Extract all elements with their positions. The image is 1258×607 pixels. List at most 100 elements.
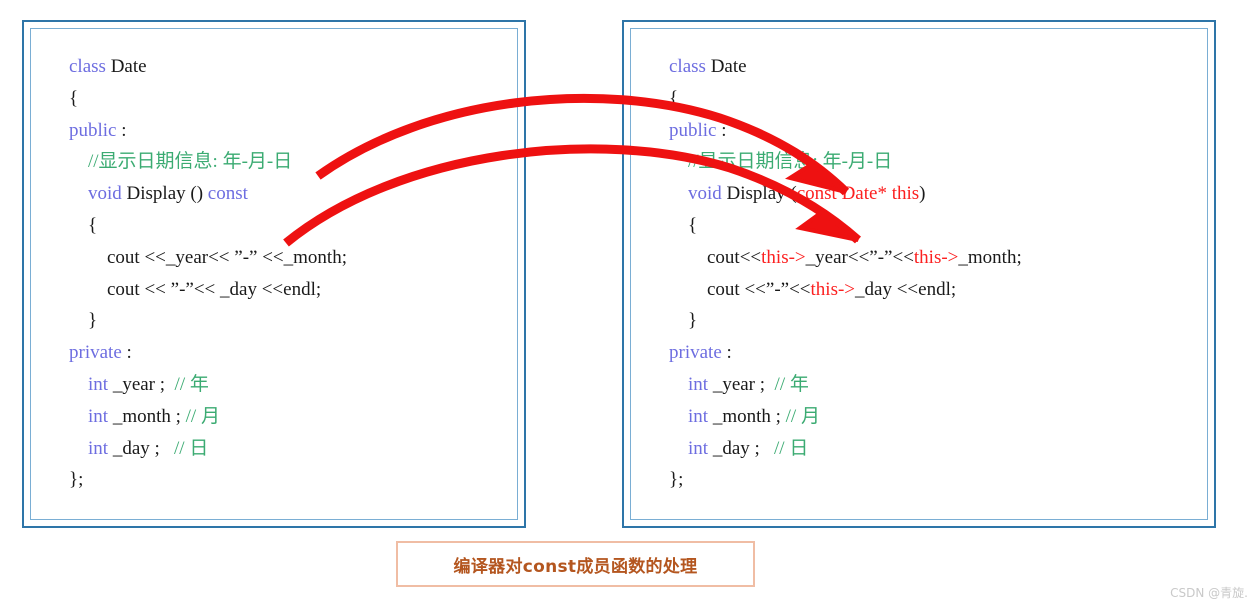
code-token: ): [919, 183, 926, 205]
code-token: int: [88, 373, 109, 395]
code-token: cout<<: [669, 246, 762, 268]
code-token: _day ;: [708, 437, 775, 459]
code-token: {: [69, 87, 79, 109]
code-line: {: [69, 83, 517, 115]
code-token: {: [669, 214, 698, 236]
code-token: }: [669, 310, 698, 332]
figure-caption-text: 编译器对const成员函数的处理: [453, 556, 698, 577]
code-token: {: [69, 214, 98, 236]
code-token: this->: [761, 246, 806, 268]
code-line: {: [669, 210, 1207, 242]
code-token: class: [69, 56, 111, 77]
code-line: cout <<_year<< ”-” <<_month;: [69, 242, 517, 274]
code-line: }: [69, 305, 517, 337]
code-token: this->: [810, 278, 856, 300]
code-line: {: [669, 83, 1207, 115]
code-line: }: [669, 305, 1207, 337]
code-token: :: [721, 342, 732, 364]
code-token: _month;: [958, 246, 1022, 268]
code-line: };: [669, 464, 1207, 496]
csdn-watermark: CSDN @青旋.: [1170, 586, 1248, 600]
code-line: int _year ; // 年: [669, 369, 1207, 401]
code-line: {: [69, 210, 517, 242]
code-token: _month ;: [708, 405, 786, 427]
code-token: _year ;: [108, 373, 175, 395]
code-token: int: [688, 437, 709, 459]
code-token: cout <<”-”<<: [669, 278, 811, 300]
code-token: private: [69, 342, 122, 364]
code-line: class Date: [669, 51, 1207, 83]
code-token: // 日: [174, 437, 209, 459]
code-panel-right-inner-border: class Date { public : //显示日期信息: 年-月-日 void…: [630, 28, 1208, 520]
code-line: void Display () const: [69, 178, 517, 210]
code-token: }: [69, 310, 98, 332]
code-line: int _year ; // 年: [69, 369, 517, 401]
code-token: public: [669, 119, 717, 141]
code-line: };: [69, 464, 517, 496]
code-token: {: [669, 87, 679, 109]
code-line: cout << ”-”<< _day <<endl;: [69, 274, 517, 306]
code-token: // 日: [774, 437, 809, 459]
code-panel-right: class Date { public : //显示日期信息: 年-月-日 void…: [622, 20, 1216, 528]
code-token: _day ;: [108, 437, 175, 459]
code-line: //显示日期信息: 年-月-日: [69, 146, 517, 178]
code-line: int _month ; // 月: [69, 401, 517, 433]
code-token: Date: [710, 56, 747, 77]
code-token: _month ;: [108, 405, 186, 427]
code-line: class Date: [69, 51, 517, 83]
code-token: _year<<”-”<<: [805, 246, 914, 268]
code-block-left: class Date { public : //显示日期信息: 年-月-日 void…: [31, 29, 517, 496]
code-token: const: [207, 183, 248, 205]
code-line: cout<<this->_year<<”-”<<this->_month;: [669, 242, 1207, 274]
code-token: // 月: [185, 405, 220, 427]
code-token: Date: [110, 56, 147, 77]
code-line: //显示日期信息: 年-月-日: [669, 146, 1207, 178]
code-token: // 月: [785, 405, 820, 427]
code-line: private :: [69, 337, 517, 369]
code-line: void Display (const Date* this): [669, 178, 1207, 210]
code-token: int: [88, 405, 109, 427]
code-token: _day <<endl;: [855, 278, 957, 300]
code-token: private: [669, 342, 722, 364]
code-token: :: [116, 119, 127, 141]
code-token: int: [88, 437, 109, 459]
code-token: // 年: [774, 373, 809, 395]
code-token: :: [716, 119, 727, 141]
code-token: void: [88, 183, 127, 205]
code-line: int _day ; // 日: [669, 433, 1207, 465]
code-token: public: [69, 119, 117, 141]
code-token: cout << ”-”<< _day <<endl;: [69, 278, 322, 300]
code-token: class: [669, 56, 711, 77]
code-line: public :: [669, 115, 1207, 147]
code-block-right: class Date { public : //显示日期信息: 年-月-日 void…: [631, 29, 1207, 496]
code-token: };: [69, 469, 84, 491]
code-line: int _month ; // 月: [669, 401, 1207, 433]
code-token: //显示日期信息: 年-月-日: [88, 151, 293, 173]
code-panel-left-inner-border: class Date { public : //显示日期信息: 年-月-日 void…: [30, 28, 518, 520]
code-token: };: [669, 469, 684, 491]
code-token: // 年: [174, 373, 209, 395]
code-token: int: [688, 373, 709, 395]
code-token: Display (: [726, 183, 797, 205]
code-token: int: [688, 405, 709, 427]
code-token: cout <<_year<< ”-” <<_month;: [69, 246, 347, 268]
code-line: public :: [69, 115, 517, 147]
code-token: const Date* this: [796, 183, 920, 205]
code-token: :: [121, 342, 132, 364]
code-token: //显示日期信息: 年-月-日: [688, 151, 893, 173]
code-token: _year ;: [708, 373, 775, 395]
code-token: void: [688, 183, 727, 205]
code-token: this->: [913, 246, 959, 268]
code-line: cout <<”-”<<this->_day <<endl;: [669, 274, 1207, 306]
figure-caption-box: 编译器对const成员函数的处理: [396, 541, 755, 587]
